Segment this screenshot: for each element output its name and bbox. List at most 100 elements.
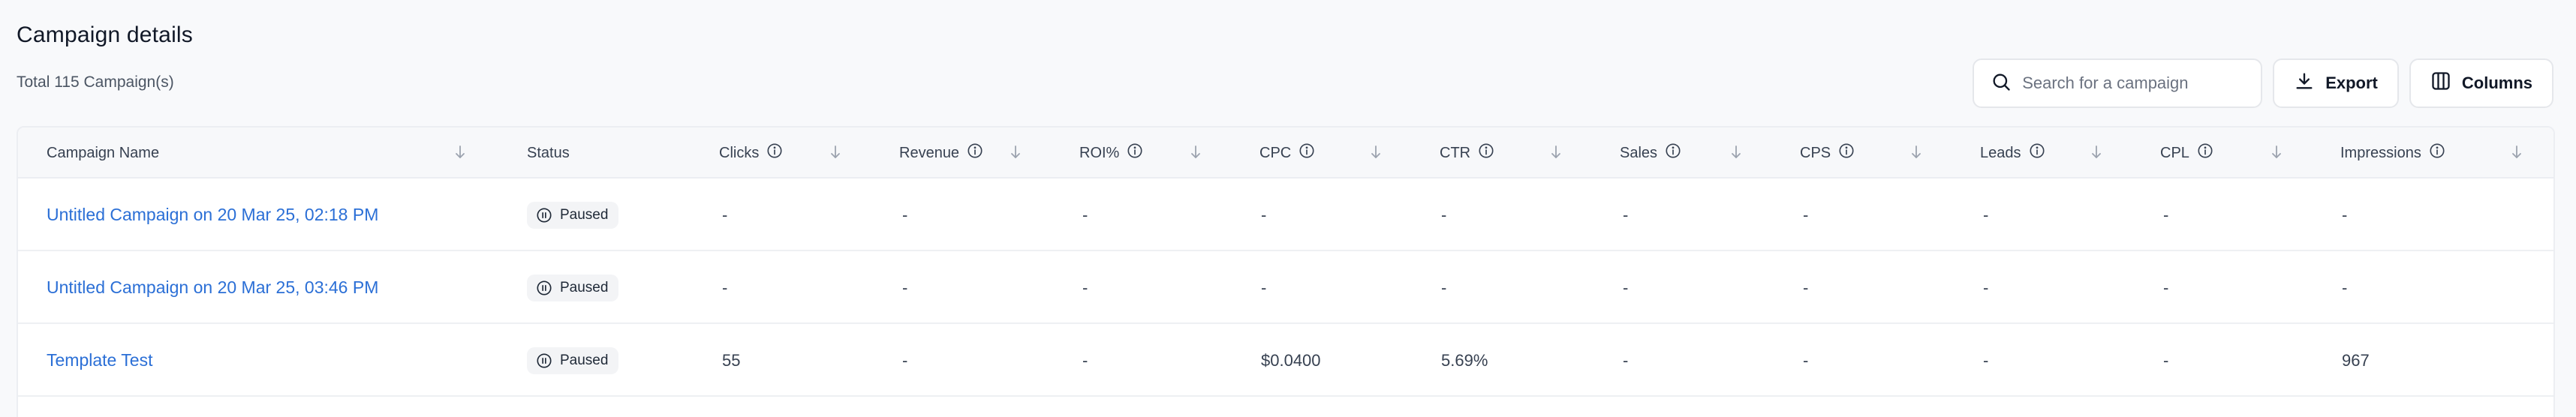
column-header-cpl[interactable]: CPL [2160,128,2213,178]
info-icon[interactable] [2029,142,2045,164]
cell-name: Template Test [47,324,152,397]
column-header-label: CTR [1440,144,1471,161]
search-input[interactable] [2022,74,2245,93]
columns-label: Columns [2461,74,2532,92]
cell-value: - [722,278,728,297]
cell-revenue: - [902,324,907,397]
pause-circle-icon [536,280,552,296]
status-badge: Paused [527,201,619,229]
column-header-campaign-name[interactable]: Campaign Name [47,128,159,178]
columns-button[interactable]: Columns [2409,58,2553,108]
sort-arrow-down-icon[interactable] [1549,144,1563,164]
pause-circle-icon [536,352,552,369]
column-header-cps[interactable]: CPS [1800,128,1855,178]
campaign-name-link[interactable]: Template Test [47,350,152,370]
info-icon[interactable] [967,142,983,164]
info-icon[interactable] [2197,142,2213,164]
cell-name: Untitled Campaign on 20 Mar 25, 03:46 PM [47,251,378,324]
search-box[interactable] [1973,58,2263,108]
column-header-label: CPC [1259,144,1292,161]
table-row[interactable]: Untitled Campaign on 20 Mar 25, 02:18 PM… [18,178,2553,251]
info-icon[interactable] [1127,142,1143,164]
info-icon[interactable] [1665,142,1681,164]
cell-value: - [1803,205,1809,224]
info-icon[interactable] [766,142,783,164]
campaign-name-link[interactable]: Untitled Campaign on 20 Mar 25, 02:18 PM [47,205,378,225]
columns-icon [2430,70,2451,96]
cell-ctr: 5.69% [1441,324,1488,397]
cell-value: - [1983,278,1989,297]
cell-value: - [1441,205,1447,224]
table-row[interactable]: Template Test Paused 55 - - $0.0400 5.69% - - - - 9… [18,324,2553,397]
cell-value: - [722,205,728,224]
column-header-label: Leads [1980,144,2021,161]
cell-value: - [1623,350,1629,370]
cell-sales: - [1623,251,1628,324]
column-header-clicks[interactable]: Clicks [719,128,783,178]
sort-arrow-down-icon[interactable] [1369,144,1383,164]
info-icon[interactable] [1838,142,1855,164]
cell-leads: - [1983,251,1988,324]
cell-ctr: - [1441,178,1446,251]
sort-arrow-down-icon[interactable] [2090,144,2103,164]
column-header-sales[interactable]: Sales [1620,128,1681,178]
cell-clicks: - [722,251,727,324]
sort-arrow-down-icon[interactable] [1189,144,1202,164]
cell-cpl: - [2163,178,2168,251]
column-header-status[interactable]: Status [527,128,570,178]
cell-cpc: $0.0400 [1261,324,1321,397]
cell-cps: - [1803,324,1808,397]
campaign-name-link[interactable]: Untitled Campaign on 20 Mar 25, 03:46 PM [47,278,378,298]
table-header: Campaign Name Status Clicks Revenue ROI% CPC C… [18,128,2553,178]
info-icon[interactable] [1299,142,1315,164]
cell-name: Untitled Campaign on 20 Mar 25, 02:18 PM [47,178,378,251]
cell-value: - [902,278,908,297]
sort-arrow-down-icon[interactable] [453,144,467,164]
cell-status: Paused [527,178,619,251]
cell-cpc: - [1261,251,1266,324]
cell-roi: - [1082,178,1088,251]
sort-arrow-down-icon[interactable] [2510,144,2523,164]
sort-arrow-down-icon[interactable] [829,144,842,164]
cell-impressions: - [2342,178,2347,251]
column-header-ctr[interactable]: CTR [1440,128,1494,178]
cell-value: - [1623,278,1629,297]
column-header-impressions[interactable]: Impressions [2340,128,2445,178]
info-icon[interactable] [1478,142,1494,164]
column-header-leads[interactable]: Leads [1980,128,2045,178]
download-icon [2294,70,2315,96]
cell-value: - [1082,350,1088,370]
column-header-cpc[interactable]: CPC [1259,128,1315,178]
sort-arrow-down-icon[interactable] [2270,144,2283,164]
table-row[interactable]: Untitled Campaign on 20 Mar 25, 03:46 PM… [18,251,2553,324]
pause-circle-icon [536,207,552,224]
cell-value: - [1261,278,1267,297]
cell-clicks: - [722,178,727,251]
cell-sales: - [1623,324,1628,397]
sort-arrow-down-icon[interactable] [1729,144,1743,164]
campaign-details-page: Campaign details Total 115 Campaign(s) E… [0,0,2576,417]
column-header-label: ROI% [1079,144,1120,161]
cell-cps: - [1803,251,1808,324]
toolbar: Export Columns [1973,58,2553,108]
column-header-label: Revenue [899,144,960,161]
cell-value: - [2163,205,2169,224]
cell-leads: - [1983,324,1988,397]
cell-cps: - [1803,178,1808,251]
export-button[interactable]: Export [2273,58,2399,108]
cell-value: - [2163,278,2169,297]
cell-status: Paused [527,324,619,397]
total-campaigns-count: Total 115 Campaign(s) [17,74,174,91]
cell-value: 5.69% [1441,350,1488,370]
info-icon[interactable] [2429,142,2445,164]
cell-value: - [902,205,908,224]
column-header-roi[interactable]: ROI% [1079,128,1143,178]
cell-revenue: - [902,178,907,251]
cell-value: - [1261,205,1267,224]
sort-arrow-down-icon[interactable] [1009,144,1022,164]
status-text: Paused [560,206,609,223]
search-icon [1991,71,2012,96]
sort-arrow-down-icon[interactable] [1909,144,1923,164]
column-header-revenue[interactable]: Revenue [899,128,983,178]
cell-cpc: - [1261,178,1266,251]
